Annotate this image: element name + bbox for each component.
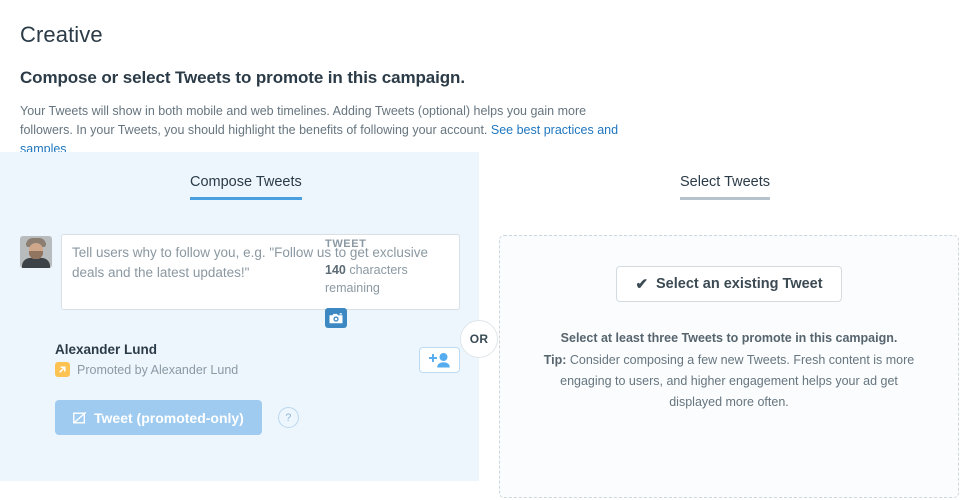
character-count-number: 140: [325, 263, 346, 277]
select-button-label: Select an existing Tweet: [656, 276, 823, 292]
compose-icon: [73, 411, 87, 425]
promoted-identity-row: Alexander Lund Promoted by Alexander Lun…: [55, 342, 460, 377]
select-tips: Select at least three Tweets to promote …: [533, 328, 925, 413]
tweet-action-row: Tweet (promoted-only) ?: [55, 400, 299, 435]
tweet-meta: TWEET 140 characters remaining: [325, 238, 445, 328]
select-tip: Tip: Consider composing a few new Tweets…: [533, 350, 925, 413]
creative-panels: Compose Tweets Select Tweets TWEET 140 c…: [0, 152, 979, 498]
add-user-button[interactable]: [419, 346, 460, 373]
tweet-meta-label: TWEET: [325, 238, 367, 250]
creative-step-page: Creative Compose or select Tweets to pro…: [0, 0, 979, 500]
select-headline: Select at least three Tweets to promote …: [560, 331, 898, 345]
help-icon[interactable]: ?: [277, 407, 299, 428]
character-counter: 140 characters remaining: [325, 261, 445, 297]
camera-icon[interactable]: [325, 308, 347, 328]
tip-label: Tip:: [543, 353, 567, 367]
tab-select-tweets[interactable]: Select Tweets: [680, 174, 771, 200]
promoted-by-text: Promoted by Alexander Lund: [77, 362, 239, 377]
tab-compose-tweets[interactable]: Compose Tweets: [190, 174, 302, 200]
avatar: [20, 236, 52, 268]
promoted-arrow-icon: [55, 362, 70, 377]
tweet-promoted-only-button[interactable]: Tweet (promoted-only): [55, 400, 262, 435]
page-title: Creative: [20, 22, 103, 47]
page-description: Your Tweets will show in both mobile and…: [20, 102, 640, 159]
tip-text: Consider composing a few new Tweets. Fre…: [560, 353, 915, 409]
page-header: Creative Compose or select Tweets to pro…: [0, 0, 979, 159]
select-existing-tweet-button[interactable]: ✔ Select an existing Tweet: [616, 266, 842, 302]
or-divider-badge: OR: [460, 320, 498, 358]
promoted-by-row: Promoted by Alexander Lund: [55, 362, 419, 377]
avatar-body: [22, 258, 50, 268]
check-icon: ✔: [635, 276, 649, 293]
select-tweet-dropzone: ✔ Select an existing Tweet Select at lea…: [499, 235, 959, 498]
identity-text: Alexander Lund Promoted by Alexander Lun…: [55, 342, 419, 377]
add-user-icon: [428, 352, 450, 367]
user-name: Alexander Lund: [55, 342, 158, 357]
page-subtitle: Compose or select Tweets to promote in t…: [20, 68, 465, 87]
tweet-button-label: Tweet (promoted-only): [94, 409, 244, 426]
